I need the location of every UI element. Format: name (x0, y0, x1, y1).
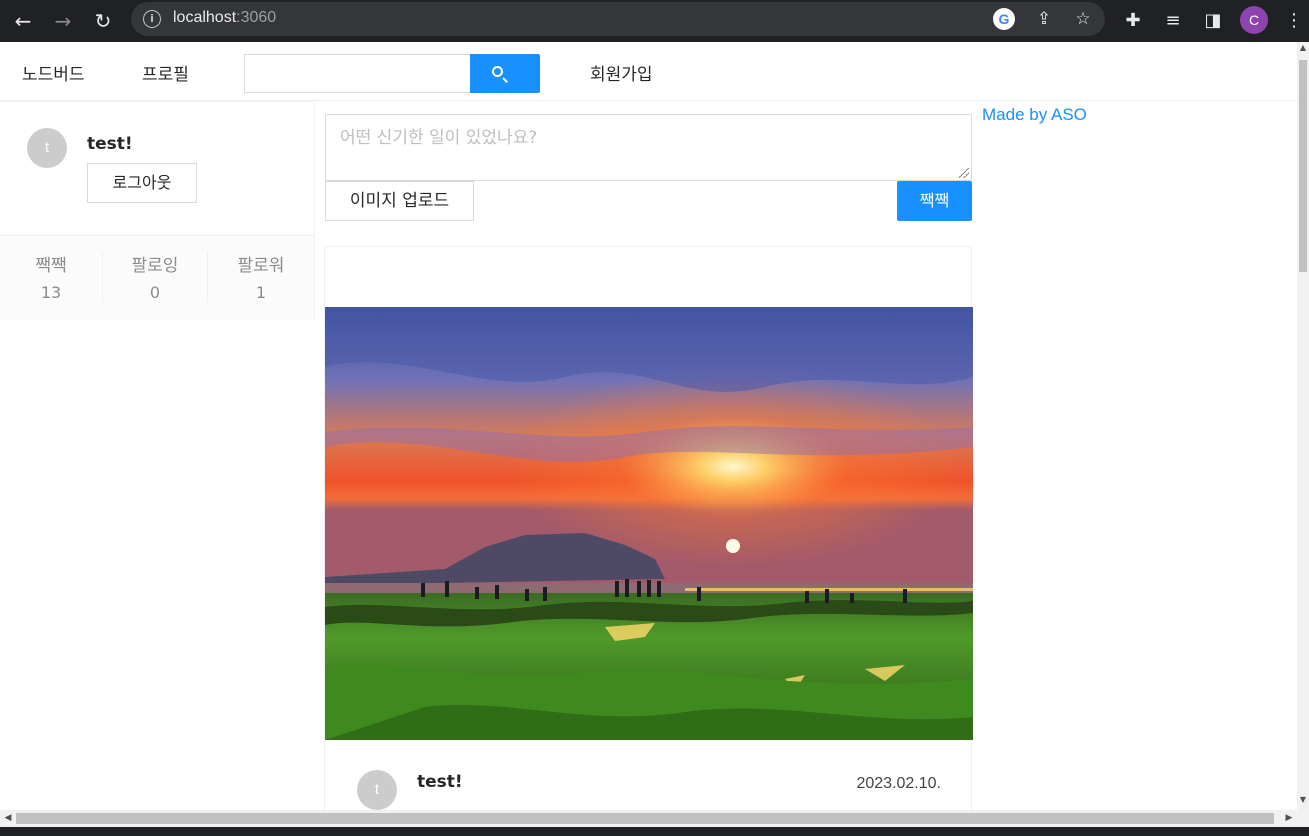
post-date: 2023.02.10. (856, 775, 941, 792)
top-menu: 노드버드 프로필 회원가입 (0, 42, 1297, 101)
user-profile-card: t test! 로그아웃 짹짹 13 팔로잉 0 팔로워 1 (0, 101, 315, 320)
reading-list-icon[interactable]: ≡ (1159, 7, 1187, 35)
reload-icon[interactable]: ↻ (89, 7, 117, 35)
scroll-down-icon[interactable]: ▼ (1299, 794, 1307, 806)
user-nickname: test! (87, 134, 133, 154)
url-port: :3060 (236, 9, 277, 26)
kebab-menu-icon[interactable]: ⋮ (1280, 7, 1308, 35)
google-icon[interactable]: G (993, 8, 1015, 30)
menu-item-home[interactable]: 노드버드 (22, 60, 85, 85)
sunset-photo (325, 307, 973, 740)
url-text[interactable]: localhost:3060 (173, 9, 276, 27)
stat-label: 팔로잉 (131, 256, 179, 276)
stat-followers[interactable]: 팔로워 1 (208, 236, 314, 321)
post-textarea[interactable]: 어떤 신기한 일이 있었나요? (325, 114, 972, 181)
site-info-icon[interactable]: i (143, 10, 161, 28)
horizontal-scroll-thumb[interactable] (16, 813, 1274, 824)
extensions-puzzle-icon[interactable]: ✚ (1119, 7, 1147, 35)
menu-item-signup[interactable]: 회원가입 (590, 60, 653, 85)
bookmark-star-icon[interactable]: ☆ (1072, 8, 1094, 30)
stat-value: 1 (255, 283, 267, 302)
made-by-link[interactable]: Made by ASO (982, 105, 1087, 125)
browser-toolbar: ← → ↻ i localhost:3060 G ⇪ ☆ ✚ ≡ ◨ C ⋮ (0, 0, 1309, 42)
share-icon[interactable]: ⇪ (1033, 8, 1055, 30)
logout-button[interactable]: 로그아웃 (87, 163, 197, 203)
page: 노드버드 프로필 회원가입 t test! 로그아웃 짹짹 13 팔로잉 0 팔… (0, 42, 1297, 810)
image-upload-button[interactable]: 이미지 업로드 (325, 181, 474, 221)
url-host: localhost (173, 9, 237, 26)
post-author-name[interactable]: test! (417, 772, 463, 792)
stat-value: 0 (149, 283, 161, 302)
address-bar[interactable]: i localhost:3060 G ⇪ ☆ (131, 2, 1105, 36)
stat-label: 팔로워 (237, 256, 285, 276)
post-image[interactable] (325, 307, 973, 740)
back-arrow-icon[interactable]: ← (9, 7, 37, 35)
search-button[interactable] (470, 54, 540, 93)
horizontal-scrollbar[interactable]: ◀ ▶ (0, 810, 1309, 827)
post-card: t test! 2023.02.10. (324, 246, 973, 810)
stat-followings[interactable]: 팔로잉 0 (103, 236, 207, 321)
scroll-left-icon[interactable]: ◀ (2, 812, 14, 825)
user-stats: 짹짹 13 팔로잉 0 팔로워 1 (0, 235, 314, 320)
search-input[interactable] (244, 54, 471, 93)
stat-value: 13 (40, 283, 62, 302)
menu-item-profile[interactable]: 프로필 (142, 60, 189, 85)
scroll-up-icon[interactable]: ▲ (1299, 42, 1307, 54)
profile-avatar[interactable]: C (1240, 6, 1268, 34)
post-placeholder: 어떤 신기한 일이 있었나요? (340, 128, 538, 148)
forward-arrow-icon[interactable]: → (49, 7, 77, 35)
side-panel-icon[interactable]: ◨ (1199, 7, 1227, 35)
window-bottom-edge (0, 827, 1309, 836)
vertical-scroll-thumb[interactable] (1299, 60, 1307, 272)
avatar: t (27, 128, 67, 168)
resize-grip-icon[interactable] (959, 168, 969, 178)
scroll-right-icon[interactable]: ▶ (1283, 812, 1295, 825)
vertical-scrollbar[interactable]: ▲ ▼ (1297, 42, 1309, 810)
submit-post-button[interactable]: 짹짹 (897, 181, 972, 221)
stat-label: 짹짹 (35, 256, 67, 276)
search-icon (492, 66, 503, 77)
post-author-avatar[interactable]: t (357, 770, 397, 810)
stat-tweets[interactable]: 짹짹 13 (0, 236, 102, 321)
